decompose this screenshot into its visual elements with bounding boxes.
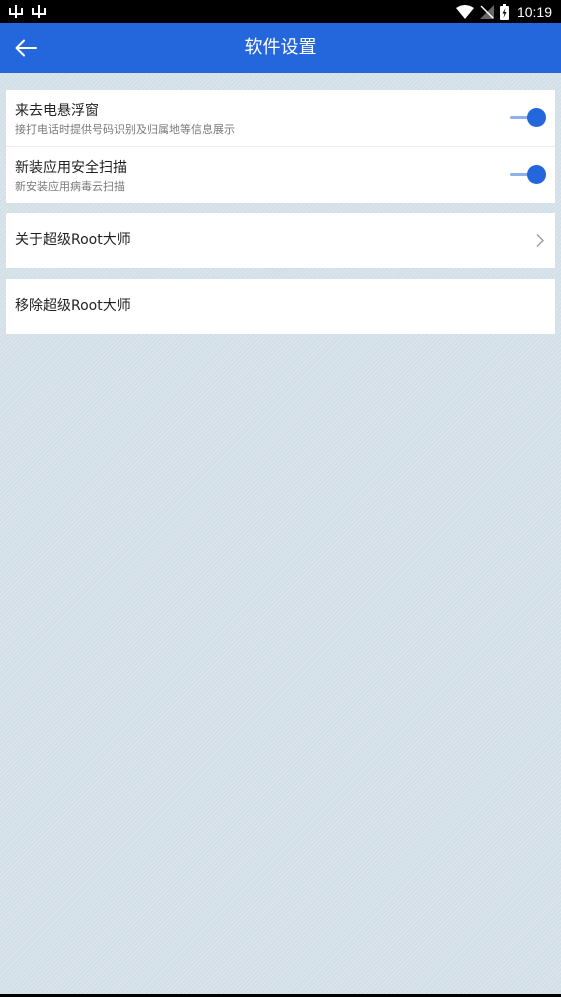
floating-window-toggle[interactable] — [508, 108, 546, 128]
wifi-icon — [455, 4, 474, 19]
app-bar: 软件设置 — [0, 23, 561, 73]
page-title: 软件设置 — [244, 37, 317, 58]
arrow-left-icon — [15, 39, 37, 57]
toggle-thumb — [527, 108, 546, 127]
clock: 10:19 — [516, 3, 552, 20]
remove-item[interactable]: 移除超级Root大师 — [6, 279, 555, 334]
status-bar: 10:19 — [0, 0, 561, 23]
back-button[interactable] — [6, 28, 46, 68]
toggle-thumb — [527, 165, 546, 184]
setting-title: 新装应用安全扫描 — [15, 160, 127, 176]
install-scan-toggle[interactable] — [508, 165, 546, 185]
chevron-right-icon — [536, 234, 544, 247]
setting-title: 来去电悬浮窗 — [15, 103, 99, 119]
toggle-settings-card: 来去电悬浮窗 接打电话时提供号码识别及归属地等信息展示 新装应用安全扫描 新安装… — [6, 90, 555, 203]
remove-label: 移除超级Root大师 — [15, 298, 131, 314]
android-debug-icon — [9, 5, 23, 18]
no-signal-icon — [479, 4, 494, 19]
android-debug-icon — [32, 5, 46, 18]
battery-charging-icon — [499, 3, 509, 20]
setting-install-scan[interactable]: 新装应用安全扫描 新安装应用病毒云扫描 — [6, 146, 555, 203]
about-label: 关于超级Root大师 — [15, 232, 131, 248]
notification-icons — [8, 3, 47, 19]
setting-floating-window[interactable]: 来去电悬浮窗 接打电话时提供号码识别及归属地等信息展示 — [6, 90, 555, 146]
setting-subtitle: 新安装应用病毒云扫描 — [15, 180, 125, 193]
setting-subtitle: 接打电话时提供号码识别及归属地等信息展示 — [15, 123, 235, 136]
system-icons: 10:19 — [455, 2, 552, 21]
about-item[interactable]: 关于超级Root大师 — [6, 213, 555, 268]
